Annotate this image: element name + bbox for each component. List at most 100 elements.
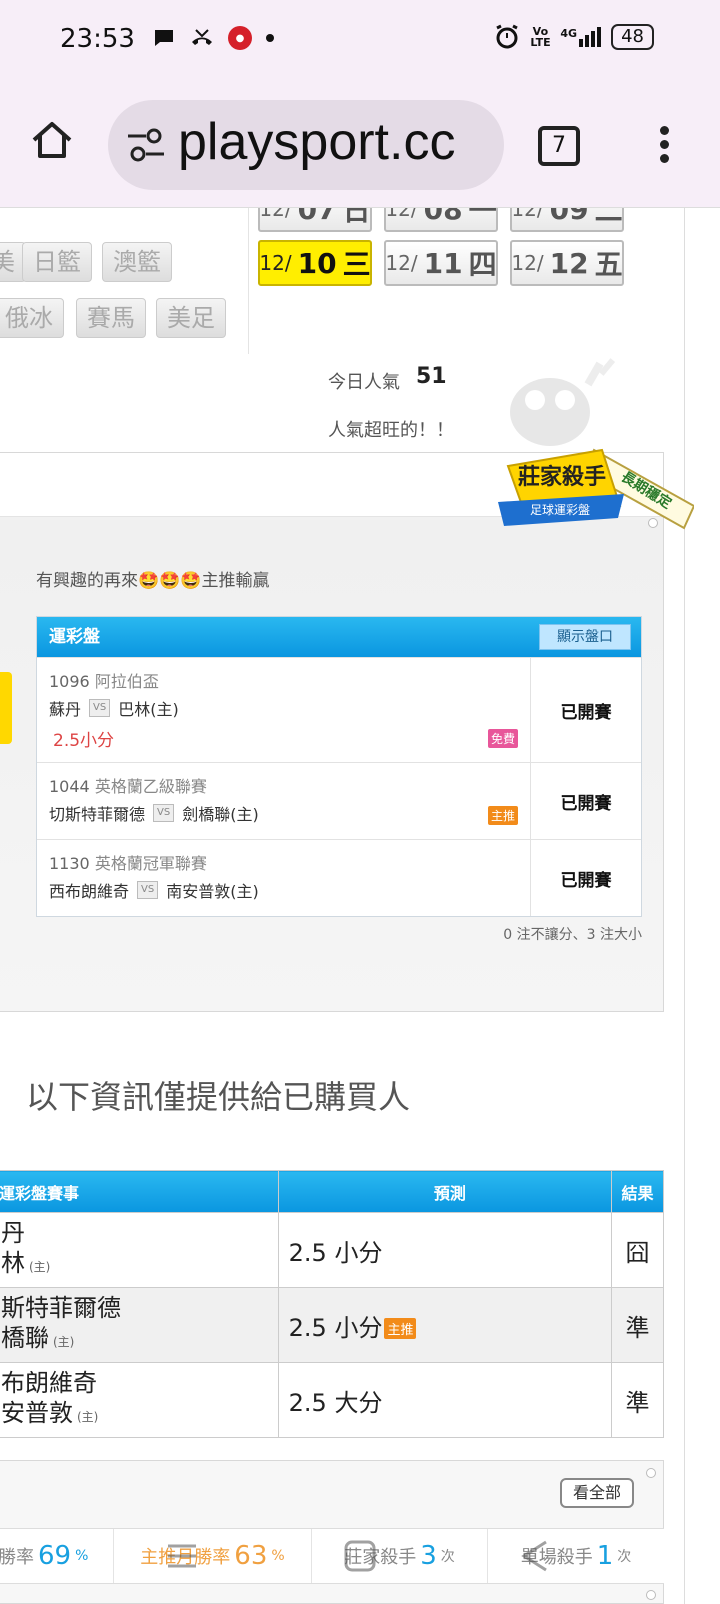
sport-tag-jp-basketball[interactable]: 日籃	[22, 242, 92, 282]
side-yellow-tab[interactable]	[0, 672, 12, 744]
vs-icon: VS	[137, 881, 159, 899]
network-type: 4G	[560, 27, 578, 40]
game-id: 1096	[49, 672, 90, 691]
game-league: 英格蘭乙級聯賽	[94, 777, 207, 796]
popularity-count: 51	[416, 364, 447, 389]
show-odds-button[interactable]: 顯示盤口	[539, 624, 631, 650]
vs-icon: VS	[153, 804, 175, 822]
stats-corner-dot	[646, 1590, 656, 1600]
table-row: 丹 林 (主) 2.5 小分 囧	[0, 1212, 664, 1288]
game-id: 1130	[49, 854, 90, 873]
stat-label: 勝率	[0, 1547, 34, 1568]
sport-tag-au-basketball[interactable]: 澳籃	[102, 242, 172, 282]
home-team: 巴林(主)	[118, 700, 179, 719]
col-header-prediction: 預測	[277, 1170, 613, 1213]
date-button-1211[interactable]: 12/11 四	[384, 240, 498, 286]
sport-tag-ru-hockey[interactable]: 俄冰	[0, 298, 64, 338]
home-team: 劍橋聯(主)	[182, 805, 259, 824]
page-right-border	[684, 208, 685, 1604]
game-row[interactable]: 1044 英格蘭乙級聯賽 切斯特菲爾德 VS 劍橋聯(主) 主推 已開賽	[37, 762, 641, 839]
away-team: 布朗維奇	[1, 1369, 97, 1397]
stats-corner-dot	[646, 1468, 656, 1478]
results-table: 運彩盤賽事 預測 結果 丹 林 (主) 2.5 小分 囧 斯特菲爾德 橋聯 (主) …	[0, 1170, 664, 1438]
home-mark: (主)	[29, 1260, 51, 1274]
home-square-icon[interactable]	[340, 1536, 380, 1576]
url-bar[interactable]: playsport.cc	[108, 100, 504, 190]
stat-win-rate: 勝率 69 %	[0, 1529, 114, 1583]
stat-banker-killer: 莊家殺手 3 次	[312, 1529, 488, 1583]
col-header-result: 結果	[611, 1170, 664, 1213]
home-mark: (主)	[53, 1335, 75, 1349]
away-team: 切斯特菲爾德	[49, 805, 146, 824]
badge-subtitle: 足球運彩盤	[530, 503, 590, 517]
tabs-icon[interactable]: 7	[538, 126, 580, 166]
game-status: 已開賽	[560, 793, 612, 814]
game-row[interactable]: 1130 英格蘭冠軍聯賽 西布朗維奇 VS 南安普敦(主) 已開賽	[37, 839, 641, 916]
see-all-button[interactable]: 看全部	[560, 1478, 634, 1508]
game-id: 1044	[49, 777, 90, 796]
notification-icons: ●	[152, 26, 274, 50]
sport-tag-us-football[interactable]: 美足	[156, 298, 226, 338]
stat-main-month-win-rate: 主推月勝率 63 %	[114, 1529, 312, 1583]
more-vert-icon[interactable]	[660, 126, 672, 166]
stat-single-killer: 單場殺手 1 次	[488, 1529, 664, 1583]
odds-table-header: 運彩盤 顯示盤口	[37, 617, 641, 657]
stat-value: 3	[420, 1541, 437, 1571]
page: 12/07 日 12/08 一 12/09 二 12/10 三 12/11 四 12/12…	[0, 0, 720, 1604]
prediction-value: 2.5 小分	[288, 1313, 383, 1342]
card-intro-text: 有興趣的再來🤩🤩🤩主推輸贏	[36, 571, 270, 591]
date-day: 10	[297, 246, 337, 280]
buyers-only-title: 以下資訊僅提供給已購買人	[26, 1078, 411, 1116]
date-prefix: 12/	[259, 251, 292, 275]
home-team: 林	[1, 1249, 25, 1277]
stats-row: 勝率 69 % 主推月勝率 63 % 莊家殺手 3 次 單場殺手 1 次	[0, 1528, 664, 1584]
chat-bubble-icon	[155, 30, 173, 46]
stat-value: 1	[596, 1541, 614, 1571]
game-league: 阿拉伯盃	[94, 672, 159, 691]
back-icon[interactable]	[516, 1536, 556, 1576]
prediction-value: 2.5 小分	[277, 1212, 613, 1288]
date-button-1210[interactable]: 12/10 三	[258, 240, 372, 286]
col-header-match: 運彩盤賽事	[0, 1170, 279, 1213]
status-time: 23:53	[60, 24, 135, 54]
main-pick-tag: 主推	[487, 806, 518, 825]
battery-icon: 48	[611, 24, 654, 50]
mascot-icon	[510, 358, 616, 446]
away-team: 丹	[1, 1219, 25, 1247]
stat-unit: %	[271, 1548, 285, 1564]
popularity-message: 人氣超旺的！！	[328, 420, 454, 441]
popularity-label: 今日人氣	[328, 372, 400, 393]
stat-value: 69	[38, 1541, 72, 1571]
recents-icon[interactable]	[162, 1536, 202, 1576]
prediction-value: 2.5 大分	[277, 1362, 613, 1438]
browser-chrome: 23:53 ● Vo LTE 4G 48 playsport.cc 7	[0, 0, 720, 208]
result-value: 囧	[611, 1212, 664, 1288]
game-status: 已開賽	[560, 702, 612, 723]
url-text: playsport.cc	[178, 113, 456, 171]
home-team: 橋聯	[1, 1324, 49, 1352]
tune-icon[interactable]	[126, 126, 166, 164]
game-status: 已開賽	[560, 870, 612, 891]
system-icons: Vo LTE 4G 48	[494, 24, 654, 50]
home-icon[interactable]	[30, 118, 74, 162]
stat-value: 63	[234, 1541, 268, 1571]
filter-divider	[248, 208, 249, 354]
result-value: 準	[611, 1362, 664, 1438]
date-button-1212[interactable]: 12/12 五	[510, 240, 624, 286]
badge-title: 莊家殺手	[518, 464, 606, 490]
home-team: 安普敦	[1, 1399, 73, 1427]
sport-tag-horse-racing[interactable]: 賽馬	[76, 298, 146, 338]
dot-icon	[266, 34, 274, 42]
stat-unit: 次	[617, 1549, 632, 1565]
alarm-icon	[496, 24, 519, 49]
stat-unit: %	[75, 1548, 89, 1564]
vs-icon: VS	[89, 699, 111, 717]
odds-table: 運彩盤 顯示盤口 1096 阿拉伯盃 蘇丹 VS 巴林(主) 2.5小分 免費 已開…	[36, 616, 642, 917]
table-row: 斯特菲爾德 橋聯 (主) 2.5 小分 主推 準	[0, 1287, 664, 1363]
result-value: 準	[611, 1287, 664, 1363]
game-league: 英格蘭冠軍聯賽	[94, 854, 207, 873]
game-row[interactable]: 1096 阿拉伯盃 蘇丹 VS 巴林(主) 2.5小分 免費 已開賽	[37, 657, 641, 762]
game-pick: 2.5小分	[53, 731, 115, 751]
away-team: 斯特菲爾德	[1, 1294, 121, 1322]
banker-killer-badge-icon: 莊家殺手 足球運彩盤 長期穩定	[498, 448, 694, 530]
